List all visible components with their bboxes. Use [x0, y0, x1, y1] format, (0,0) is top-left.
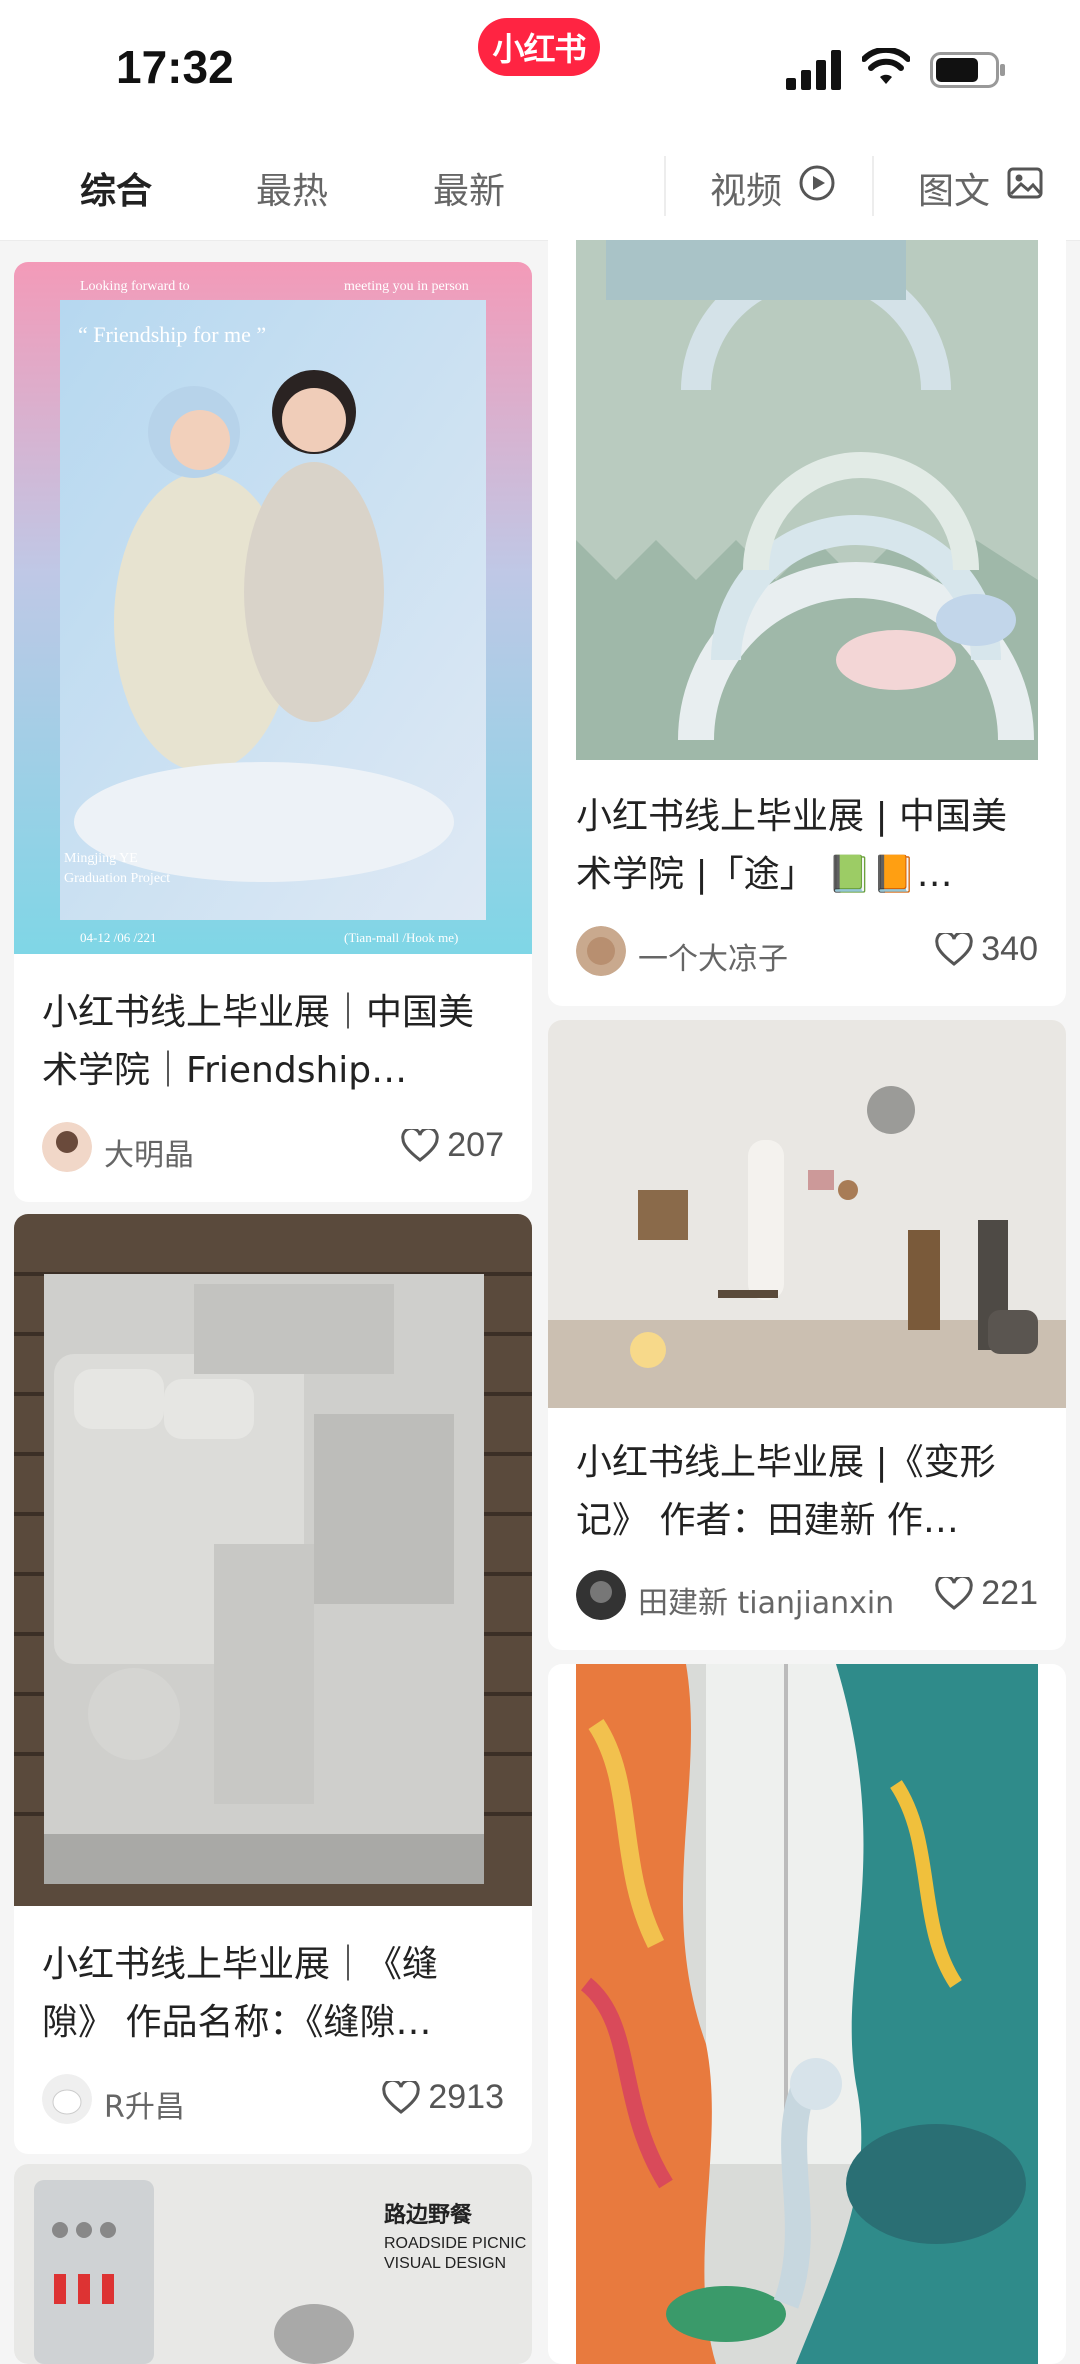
note-card[interactable]: 路边野餐 ROADSIDE PICNIC VISUAL DESIGN [14, 2164, 532, 2364]
like-count: 2913 [428, 2078, 504, 2116]
like-button[interactable]: 221 [935, 1574, 1038, 1613]
like-count: 221 [981, 1574, 1038, 1612]
heart-icon [401, 1128, 439, 1162]
author-name[interactable]: 一个大凉子 [638, 934, 788, 978]
image-icon[interactable] [1006, 164, 1044, 202]
heart-icon [935, 1576, 973, 1610]
cover-image[interactable] [14, 1214, 532, 1906]
tab-comprehensive[interactable]: 综合 [80, 162, 152, 214]
cover-image[interactable]: Looking forward to meeting you in person… [14, 262, 532, 954]
note-card[interactable]: 小红书线上毕业展 |《变形记》 作者：田建新 作… 田建新 tianjianxi… [548, 1020, 1066, 1650]
note-card[interactable]: 小红书线上毕业展 | 中国美术学院 |「途」 📗📙… 一个大凉子 340 [548, 240, 1066, 1006]
like-button[interactable]: 2913 [382, 2078, 504, 2117]
tab-divider [872, 156, 874, 216]
author-row: R升昌 2913 [42, 2074, 504, 2126]
note-title[interactable]: 小红书线上毕业展｜《缝隙》 作品名称：《缝隙… [42, 1936, 504, 2052]
cover-text: ROADSIDE PICNIC [384, 2235, 526, 2252]
avatar[interactable] [576, 926, 626, 976]
cover-text: (Tian-mall /Hook me) [344, 930, 458, 945]
filter-tabs: 综合 最热 最新 视频 图文 [0, 140, 1080, 241]
like-count: 340 [981, 930, 1038, 968]
tab-image-text[interactable]: 图文 [918, 162, 990, 214]
cover-text: “ Friendship for me ” [78, 322, 266, 347]
avatar[interactable] [576, 1570, 626, 1620]
author-name[interactable]: R升昌 [104, 2082, 185, 2126]
like-button[interactable]: 340 [935, 930, 1038, 969]
note-title[interactable]: 小红书线上毕业展 | 中国美术学院 |「途」 📗📙… [576, 788, 1038, 904]
avatar[interactable] [42, 1122, 92, 1172]
cover-text: meeting you in person [344, 279, 469, 294]
battery-icon [930, 52, 1005, 88]
like-button[interactable]: 207 [401, 1126, 504, 1165]
avatar[interactable] [42, 2074, 92, 2124]
play-circle-icon[interactable] [798, 164, 836, 202]
author-row: 田建新 tianjianxin 221 [576, 1570, 1038, 1622]
note-title[interactable]: 小红书线上毕业展 |《变形记》 作者：田建新 作… [576, 1434, 1038, 1550]
cover-image[interactable]: 路边野餐 ROADSIDE PICNIC VISUAL DESIGN [14, 2164, 532, 2364]
cover-text: 路边野餐 [384, 2202, 473, 2228]
tab-video[interactable]: 视频 [710, 162, 782, 214]
author-name[interactable]: 田建新 tianjianxin [638, 1578, 894, 1622]
cover-text: Looking forward to [80, 279, 190, 294]
cover-image[interactable] [548, 1020, 1066, 1408]
note-title[interactable]: 小红书线上毕业展｜中国美术学院｜Friendship… [42, 984, 504, 1100]
cover-text: Graduation Project [64, 871, 170, 886]
author-row: 一个大凉子 340 [576, 926, 1038, 978]
heart-icon [935, 932, 973, 966]
wifi-icon [862, 48, 910, 84]
cover-text: 04-12 /06 /221 [80, 930, 157, 945]
cover-image[interactable] [576, 1664, 1038, 2364]
app-logo[interactable]: 小红书 [478, 18, 600, 76]
cellular-signal-icon [786, 50, 841, 90]
status-bar: 17:32 小红书 [0, 0, 1080, 140]
tab-newest[interactable]: 最新 [433, 162, 505, 214]
author-name[interactable]: 大明晶 [104, 1130, 194, 1174]
author-row: 大明晶 207 [42, 1122, 504, 1174]
cover-text: VISUAL DESIGN [384, 2255, 506, 2272]
heart-icon [382, 2080, 421, 2114]
like-count: 207 [447, 1126, 504, 1164]
tab-hottest[interactable]: 最热 [256, 162, 328, 214]
tab-divider [664, 156, 666, 216]
note-card[interactable] [548, 1664, 1066, 2364]
note-card[interactable]: Looking forward to meeting you in person… [14, 262, 532, 1202]
cover-image[interactable] [576, 240, 1038, 760]
status-time: 17:32 [116, 41, 234, 93]
cover-text: Mingjing YE [64, 851, 138, 866]
note-card[interactable]: 小红书线上毕业展｜《缝隙》 作品名称：《缝隙… R升昌 2913 [14, 1214, 532, 2154]
